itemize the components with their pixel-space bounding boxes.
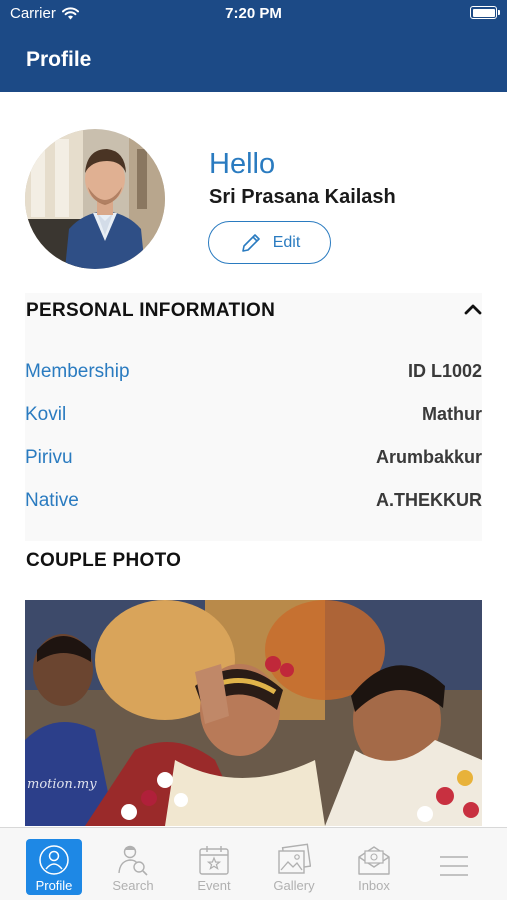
info-label: Membership (25, 361, 130, 382)
tab-search[interactable]: Search (105, 839, 161, 895)
inbox-icon (358, 846, 390, 875)
status-time: 7:20 PM (225, 5, 282, 22)
info-label: Kovil (25, 404, 67, 425)
tab-label: Gallery (273, 878, 315, 893)
status-bar: Carrier 7:20 PM (0, 0, 507, 30)
edit-profile-button[interactable]: Edit (208, 221, 331, 264)
couple-photo[interactable]: motion.my (25, 600, 482, 826)
tab-label: Profile (35, 878, 73, 893)
avatar[interactable] (25, 129, 165, 269)
greeting: Hello (209, 148, 276, 180)
tab-inbox[interactable]: Inbox (346, 839, 402, 895)
tab-label: Event (197, 878, 231, 893)
menu-icon (440, 856, 468, 876)
tab-label: Inbox (358, 878, 390, 893)
tab-menu[interactable] (426, 839, 482, 895)
gallery-icon (278, 843, 311, 874)
tab-bar: Profile Search Event Gallery Inbox (0, 827, 507, 900)
personal-info-title: PERSONAL INFORMATION (26, 300, 276, 321)
couple-photo-title: COUPLE PHOTO (26, 550, 182, 571)
edit-label: Edit (272, 233, 301, 251)
info-value: Mathur (422, 404, 482, 424)
app-header: Carrier 7:20 PM Profile (0, 0, 507, 92)
pencil-icon (241, 233, 260, 252)
battery-icon (470, 6, 500, 19)
info-label: Native (25, 490, 79, 511)
calendar-icon (199, 846, 229, 875)
tab-profile[interactable]: Profile (26, 839, 82, 895)
info-value: ID L1002 (407, 361, 482, 381)
info-row-pirivu: Pirivu Arumbakkur (25, 447, 482, 477)
info-label: Pirivu (25, 447, 73, 468)
search-user-icon (118, 845, 148, 876)
info-row-native: Native A.THEKKUR (25, 490, 482, 520)
tab-event[interactable]: Event (186, 839, 242, 895)
info-value: A.THEKKUR (376, 490, 482, 510)
photo-watermark: motion.my (27, 777, 97, 792)
user-name: Sri Prasana Kailash (209, 186, 396, 208)
profile-icon (39, 845, 69, 875)
couple-photo-image (25, 600, 482, 826)
info-row-kovil: Kovil Mathur (25, 404, 482, 434)
chevron-up-icon[interactable] (462, 298, 484, 320)
tab-gallery[interactable]: Gallery (266, 839, 322, 895)
info-value: Arumbakkur (375, 447, 482, 467)
tab-label: Search (112, 878, 154, 893)
info-row-membership: Membership ID L1002 (25, 361, 482, 391)
page-title: Profile (26, 48, 92, 71)
avatar-photo (25, 129, 165, 269)
